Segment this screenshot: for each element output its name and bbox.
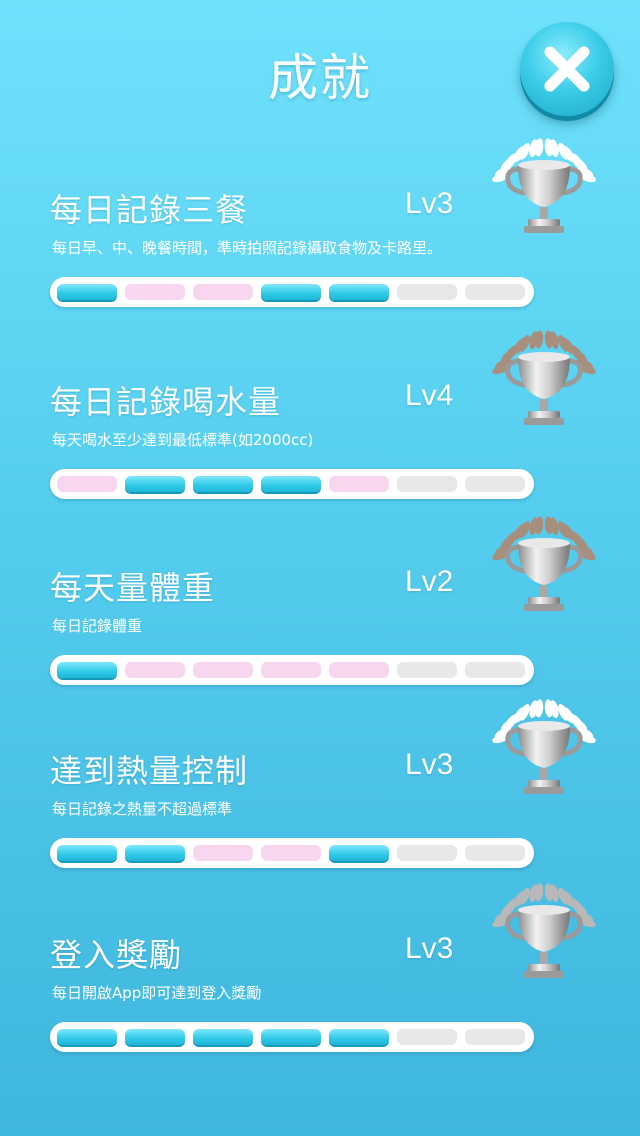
achievement-description: 每天喝水至少達到最低標準(如2000cc) — [52, 431, 314, 449]
progress-segment-pink — [125, 662, 185, 678]
progress-segment-done — [57, 662, 117, 678]
achievement-name: 達到熱量控制 — [50, 752, 249, 790]
progress-segment-done — [329, 1029, 389, 1045]
progress-segment-pink — [57, 476, 117, 492]
progress-segment-done — [125, 845, 185, 861]
progress-segment-done — [57, 284, 117, 300]
trophy-white-wreath-icon — [482, 135, 606, 247]
progress-segment-done — [125, 1029, 185, 1045]
progress-segment-done — [261, 1029, 321, 1045]
progress-segment-done — [261, 476, 321, 492]
progress-segment-done — [57, 1029, 117, 1045]
achievement-name: 每天量體重 — [50, 569, 216, 607]
achievement-level: Lv2 — [405, 565, 454, 598]
progress-segment-pink — [193, 845, 253, 861]
achievement-description: 每日記錄之熱量不超過標準 — [52, 800, 233, 818]
progress-segment-empty — [465, 662, 525, 678]
progress-segment-pink — [193, 284, 253, 300]
progress-segment-pink — [261, 845, 321, 861]
trophy-white-bronze-wreath-icon — [482, 327, 606, 439]
progress-segment-empty — [465, 476, 525, 492]
progress-bar — [50, 469, 534, 499]
achievement-description: 每日開啟App即可達到登入獎勵 — [52, 984, 262, 1002]
progress-segment-done — [261, 284, 321, 300]
achievement-level: Lv3 — [405, 748, 454, 781]
progress-segment-empty — [397, 284, 457, 300]
progress-segment-pink — [261, 662, 321, 678]
achievement-description: 每日早、中、晚餐時間，準時拍照記錄攝取食物及卡路里。 — [52, 239, 443, 257]
progress-segment-empty — [397, 1029, 457, 1045]
progress-segment-done — [329, 845, 389, 861]
progress-segment-empty — [465, 845, 525, 861]
achievement-level: Lv3 — [405, 187, 454, 220]
progress-bar — [50, 838, 534, 868]
progress-segment-pink — [329, 662, 389, 678]
achievement-level: Lv4 — [405, 379, 454, 412]
progress-segment-empty — [397, 476, 457, 492]
progress-bar — [50, 277, 534, 307]
progress-segment-pink — [329, 476, 389, 492]
progress-segment-empty — [397, 845, 457, 861]
progress-segment-empty — [465, 1029, 525, 1045]
achievement-item: 登入獎勵 Lv3 每日開啟App即可達到登入獎勵 — [0, 883, 640, 1100]
progress-segment-done — [329, 284, 389, 300]
achievement-name: 登入獎勵 — [50, 936, 183, 974]
achievement-description: 每日記錄體重 — [52, 617, 143, 635]
progress-segment-pink — [193, 662, 253, 678]
progress-segment-empty — [465, 284, 525, 300]
achievement-level: Lv3 — [405, 932, 454, 965]
achievement-name: 每日記錄喝水量 — [50, 383, 282, 421]
achievement-name: 每日記錄三餐 — [50, 191, 249, 229]
progress-segment-pink — [125, 284, 185, 300]
trophy-white-silver-wreath-icon — [482, 696, 606, 808]
progress-segment-empty — [397, 662, 457, 678]
trophy-silver-wreath-icon — [482, 880, 606, 992]
progress-segment-done — [193, 1029, 253, 1045]
progress-segment-done — [193, 476, 253, 492]
close-icon — [544, 46, 590, 92]
close-button[interactable] — [520, 22, 614, 116]
progress-segment-done — [125, 476, 185, 492]
progress-bar — [50, 1022, 534, 1052]
progress-segment-done — [57, 845, 117, 861]
progress-bar — [50, 655, 534, 685]
trophy-bronze-wreath-icon — [482, 513, 606, 625]
